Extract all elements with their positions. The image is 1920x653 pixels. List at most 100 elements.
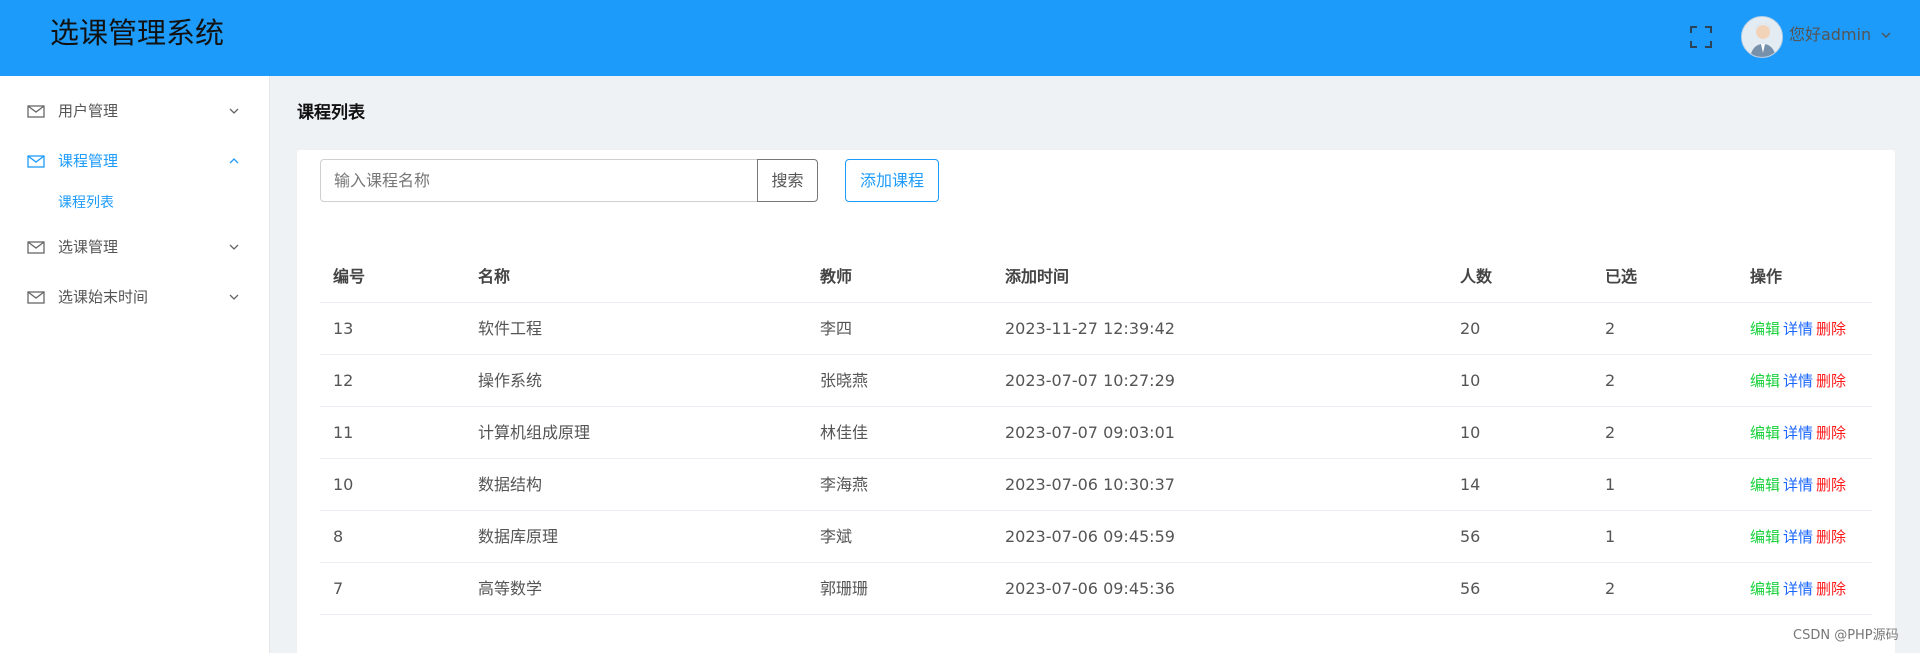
cell-name: 计算机组成原理 [478,423,591,442]
cell-id: 10 [333,475,354,494]
cell-selected: 1 [1605,475,1616,494]
edit-link[interactable]: 编辑 [1750,372,1780,390]
cell-added-time: 2023-07-06 10:30:37 [1005,475,1175,494]
delete-link[interactable]: 删除 [1816,580,1846,598]
add-course-button[interactable]: 添加课程 [845,159,939,202]
mail-icon [27,291,45,304]
sidebar-item-course-management[interactable]: 课程管理 [0,141,270,181]
delete-link[interactable]: 删除 [1816,476,1846,494]
edit-link[interactable]: 编辑 [1750,528,1780,546]
fullscreen-icon[interactable] [1690,26,1712,48]
cell-teacher: 郭珊珊 [820,579,869,598]
cell-added-time: 2023-11-27 12:39:42 [1005,319,1175,338]
edit-link[interactable]: 编辑 [1750,476,1780,494]
cell-teacher: 林佳佳 [820,423,869,442]
column-header-selected: 已选 [1605,267,1638,286]
cell-teacher: 张晓燕 [820,371,869,390]
cell-id: 12 [333,371,354,390]
chevron-up-icon [229,158,239,164]
cell-actions: 编辑 详情 删除 [1750,511,1846,563]
table-row: 13 软件工程 李四 2023-11-27 12:39:42 20 2 编辑 详情 删除 [320,303,1872,355]
delete-link[interactable]: 删除 [1816,320,1846,338]
detail-link[interactable]: 详情 [1783,580,1813,598]
cell-teacher: 李斌 [820,527,853,546]
cell-actions: 编辑 详情 删除 [1750,459,1846,511]
sidebar-subitem-label: 课程列表 [58,195,114,211]
cell-added-time: 2023-07-06 09:45:59 [1005,527,1175,546]
column-header-added-time: 添加时间 [1005,267,1070,286]
sidebar-subitem-course-list[interactable]: 课程列表 [0,188,270,218]
avatar[interactable] [1741,16,1783,58]
sidebar-item-enrollment-management[interactable]: 选课管理 [0,227,270,267]
column-header-name: 名称 [478,267,511,286]
chevron-down-icon [229,294,239,300]
cell-name: 高等数学 [478,579,543,598]
sidebar-item-user-management[interactable]: 用户管理 [0,91,270,131]
cell-actions: 编辑 详情 删除 [1750,355,1846,407]
cell-id: 7 [333,579,344,598]
cell-capacity: 56 [1460,527,1481,546]
course-table: 编号 名称 教师 添加时间 人数 已选 操作 13 软件工程 李四 2023-11-2… [320,254,1872,615]
edit-link[interactable]: 编辑 [1750,320,1780,338]
chevron-down-icon[interactable] [1881,30,1891,40]
detail-link[interactable]: 详情 [1783,372,1813,390]
cell-capacity: 56 [1460,579,1481,598]
detail-link[interactable]: 详情 [1783,476,1813,494]
chevron-down-icon [229,108,239,114]
cell-name: 操作系统 [478,371,543,390]
cell-selected: 2 [1605,371,1616,390]
cell-selected: 2 [1605,423,1616,442]
cell-selected: 2 [1605,579,1616,598]
watermark: CSDN @PHP源码 [1793,628,1899,643]
search-input[interactable] [320,159,758,202]
cell-added-time: 2023-07-07 10:27:29 [1005,371,1175,390]
column-header-capacity: 人数 [1460,267,1493,286]
table-row: 7 高等数学 郭珊珊 2023-07-06 09:45:36 56 2 编辑 详情 删除 [320,563,1872,615]
delete-link[interactable]: 删除 [1816,528,1846,546]
sidebar: 用户管理 课程管理 课程列表 选课管理 选课始末时间 [0,76,270,653]
column-header-teacher: 教师 [820,267,853,286]
mail-icon [27,241,45,254]
cell-actions: 编辑 详情 删除 [1750,303,1846,355]
cell-capacity: 14 [1460,475,1481,494]
user-greeting[interactable]: 您好admin [1789,24,1871,46]
cell-id: 8 [333,527,344,546]
sidebar-item-enrollment-period[interactable]: 选课始末时间 [0,277,270,317]
table-body: 13 软件工程 李四 2023-11-27 12:39:42 20 2 编辑 详情 删除 12 操作… [320,303,1872,615]
cell-capacity: 10 [1460,423,1481,442]
chevron-down-icon [229,244,239,250]
cell-name: 数据库原理 [478,527,559,546]
sidebar-item-label: 课程管理 [58,152,119,170]
cell-capacity: 10 [1460,371,1481,390]
detail-link[interactable]: 详情 [1783,528,1813,546]
cell-teacher: 李四 [820,319,853,338]
delete-link[interactable]: 删除 [1816,424,1846,442]
cell-added-time: 2023-07-07 09:03:01 [1005,423,1175,442]
cell-capacity: 20 [1460,319,1481,338]
sidebar-item-label: 选课始末时间 [58,288,149,306]
page-title: 课程列表 [297,103,365,123]
app-title: 选课管理系统 [50,16,225,50]
cell-actions: 编辑 详情 删除 [1750,407,1846,459]
delete-link[interactable]: 删除 [1816,372,1846,390]
sidebar-item-label: 选课管理 [58,238,119,256]
edit-link[interactable]: 编辑 [1750,424,1780,442]
sidebar-item-label: 用户管理 [58,102,119,120]
cell-teacher: 李海燕 [820,475,869,494]
cell-added-time: 2023-07-06 09:45:36 [1005,579,1175,598]
table-row: 10 数据结构 李海燕 2023-07-06 10:30:37 14 1 编辑 详情 删除 [320,459,1872,511]
edit-link[interactable]: 编辑 [1750,580,1780,598]
top-header: 选课管理系统 您好admin [0,0,1920,76]
cell-selected: 1 [1605,527,1616,546]
cell-id: 13 [333,319,354,338]
cell-id: 11 [333,423,354,442]
mail-icon [27,105,45,118]
table-header-row: 编号 名称 教师 添加时间 人数 已选 操作 [320,254,1872,303]
detail-link[interactable]: 详情 [1783,424,1813,442]
column-header-actions: 操作 [1750,267,1783,286]
search-button[interactable]: 搜索 [757,159,818,202]
table-row: 8 数据库原理 李斌 2023-07-06 09:45:59 56 1 编辑 详情 删除 [320,511,1872,563]
detail-link[interactable]: 详情 [1783,320,1813,338]
mail-icon [27,155,45,168]
cell-name: 数据结构 [478,475,543,494]
